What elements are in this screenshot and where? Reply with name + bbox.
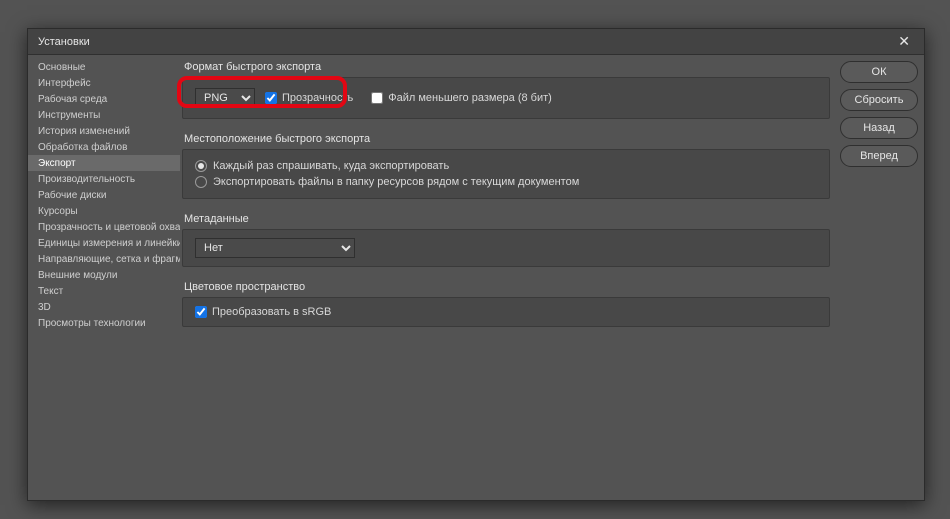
sidebar-item[interactable]: Текст: [28, 283, 180, 299]
section-title-quick-export: Формат быстрого экспорта: [182, 59, 830, 77]
radio-label: Экспортировать файлы в папку ресурсов ря…: [213, 176, 579, 188]
sidebar-item[interactable]: Интерфейс: [28, 75, 180, 91]
section-title-location: Местоположение быстрого экспорта: [182, 131, 830, 149]
checkbox-label: Преобразовать в sRGB: [212, 306, 331, 318]
export-format-select[interactable]: PNG: [195, 88, 255, 108]
ok-button[interactable]: ОК: [840, 61, 918, 83]
sidebar-item[interactable]: Курсоры: [28, 203, 180, 219]
metadata-select[interactable]: Нет: [195, 238, 355, 258]
sidebar-item[interactable]: История изменений: [28, 123, 180, 139]
sidebar-item[interactable]: Рабочие диски: [28, 187, 180, 203]
sidebar-item[interactable]: Основные: [28, 59, 180, 75]
small-file-checkbox[interactable]: Файл меньшего размера (8 бит): [371, 92, 552, 104]
sidebar-item[interactable]: Экспорт: [28, 155, 180, 171]
radio-label: Каждый раз спрашивать, куда экспортирова…: [213, 160, 449, 172]
section-title-colorspace: Цветовое пространство: [182, 279, 830, 297]
sidebar-item[interactable]: Единицы измерения и линейки: [28, 235, 180, 251]
convert-srgb-checkbox[interactable]: Преобразовать в sRGB: [195, 306, 817, 318]
radio-ask-each-time[interactable]: Каждый раз спрашивать, куда экспортирова…: [195, 158, 817, 174]
back-button[interactable]: Назад: [840, 117, 918, 139]
sidebar-item[interactable]: Инструменты: [28, 107, 180, 123]
radio-icon: [195, 160, 207, 172]
reset-button[interactable]: Сбросить: [840, 89, 918, 111]
sidebar-item[interactable]: 3D: [28, 299, 180, 315]
radio-export-folder[interactable]: Экспортировать файлы в папку ресурсов ря…: [195, 174, 817, 190]
section-colorspace: Преобразовать в sRGB: [182, 297, 830, 327]
content-panel: Формат быстрого экспорта PNG Прозрачност…: [182, 59, 840, 496]
sidebar-item[interactable]: Просмотры технологии: [28, 315, 180, 331]
dialog-buttons: ОК Сбросить Назад Вперед: [840, 59, 918, 496]
forward-button[interactable]: Вперед: [840, 145, 918, 167]
section-metadata: Нет: [182, 229, 830, 267]
checkbox-label: Файл меньшего размера (8 бит): [388, 92, 552, 104]
transparency-checkbox[interactable]: Прозрачность: [265, 92, 353, 104]
dialog-title: Установки: [38, 36, 894, 48]
close-icon[interactable]: ✕: [894, 33, 914, 50]
sidebar-item[interactable]: Направляющие, сетка и фрагменты: [28, 251, 180, 267]
sidebar: ОсновныеИнтерфейсРабочая средаИнструмент…: [28, 55, 180, 500]
sidebar-item[interactable]: Прозрачность и цветовой охват: [28, 219, 180, 235]
sidebar-item[interactable]: Рабочая среда: [28, 91, 180, 107]
sidebar-item[interactable]: Производительность: [28, 171, 180, 187]
preferences-dialog: Установки ✕ ОсновныеИнтерфейсРабочая сре…: [27, 28, 925, 501]
section-title-metadata: Метаданные: [182, 211, 830, 229]
section-quick-export: PNG Прозрачность Файл меньшего размера (…: [182, 77, 830, 119]
sidebar-item[interactable]: Внешние модули: [28, 267, 180, 283]
section-location: Каждый раз спрашивать, куда экспортирова…: [182, 149, 830, 199]
sidebar-item[interactable]: Обработка файлов: [28, 139, 180, 155]
radio-icon: [195, 176, 207, 188]
checkbox-label: Прозрачность: [282, 92, 353, 104]
titlebar: Установки ✕: [28, 29, 924, 55]
